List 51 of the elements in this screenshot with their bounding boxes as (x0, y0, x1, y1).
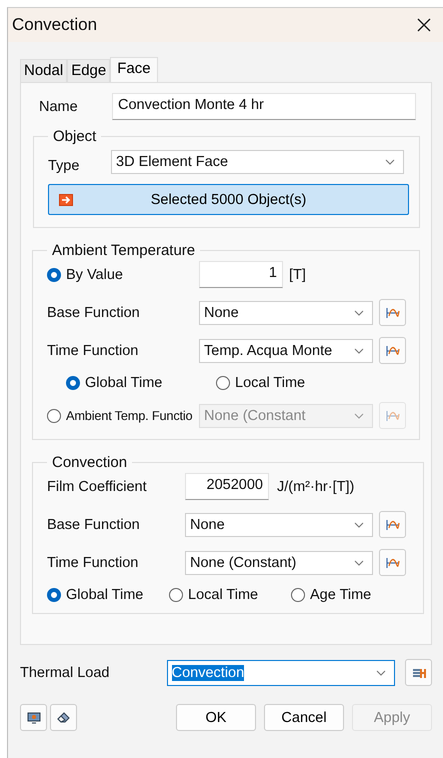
by-value-radio[interactable]: By Value (47, 266, 199, 282)
tab[interactable]: Nodal (20, 59, 68, 82)
time-radio[interactable]: Global Time (47, 587, 169, 603)
function-graph-icon[interactable] (379, 299, 406, 326)
function-graph-icon[interactable] (379, 549, 406, 576)
film-coefficient-field[interactable]: 2052000 (185, 473, 269, 500)
caret-icon (354, 522, 364, 528)
time-function-dropdown[interactable]: Temp. Acqua Monte (199, 338, 373, 362)
time-function-label: Time Function (47, 554, 140, 570)
function-graph-icon[interactable] (379, 337, 406, 364)
function-graph-icon[interactable] (379, 511, 406, 538)
time-radio[interactable]: Local Time (169, 587, 291, 603)
base-function-dropdown[interactable]: None (199, 300, 373, 324)
thermal-load-dropdown[interactable]: Convection (166, 660, 396, 686)
time-function-dropdown[interactable]: None (Constant) (185, 550, 373, 574)
arrow-icon (59, 194, 73, 206)
time-radio[interactable]: Global Time (66, 375, 216, 391)
caret-icon (376, 670, 386, 676)
caret-icon (354, 310, 364, 316)
name-label: Name (39, 98, 79, 114)
screen-icon[interactable] (20, 704, 47, 731)
name-field[interactable]: Convection Monte 4 hr (112, 93, 416, 120)
caret-icon (354, 560, 364, 566)
base-function-label: Base Function (47, 516, 141, 532)
dialog-button[interactable]: Cancel (264, 704, 344, 731)
tab[interactable]: Face (110, 57, 158, 82)
tab[interactable]: Edge (67, 59, 110, 82)
eraser-icon[interactable] (50, 704, 77, 731)
time-function-label: Time Function (47, 342, 140, 358)
type-dropdown[interactable]: 3D Element Face (111, 150, 404, 174)
film-coefficient-label: Film Coefficient (47, 478, 148, 494)
group-title: Object (52, 128, 98, 145)
base-function-dropdown[interactable]: None (185, 512, 373, 536)
caret-icon (354, 348, 364, 354)
close-icon[interactable] (417, 18, 431, 32)
dialog-button[interactable]: OK (176, 704, 256, 731)
base-function-label: Base Function (47, 304, 141, 320)
value-field[interactable]: 1 (199, 261, 283, 288)
unit-label: J/(m²·hr·[T]) (277, 478, 354, 494)
group-title: Ambient Temperature (51, 242, 196, 259)
type-label: Type (48, 158, 80, 174)
time-radio[interactable]: Age Time (291, 587, 413, 603)
select-objects-button[interactable]: Selected 5000 Object(s) (48, 184, 409, 215)
caret-icon (385, 159, 395, 165)
unit-label: [T] (289, 266, 306, 282)
caret-icon (354, 412, 364, 418)
group-title: Convection (51, 454, 128, 471)
load-case-icon[interactable] (405, 659, 432, 686)
time-radio[interactable]: Local Time (216, 375, 366, 391)
thermal-load-label: Thermal Load (20, 664, 110, 680)
window-title: Convection (12, 15, 98, 35)
